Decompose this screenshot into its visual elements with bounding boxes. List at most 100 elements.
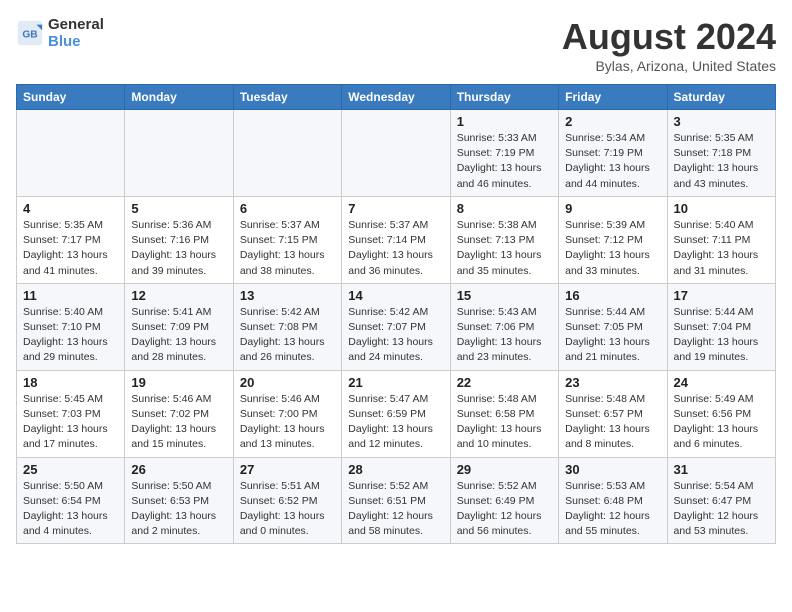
calendar-cell: 5 Sunrise: 5:36 AMSunset: 7:16 PMDaylight… <box>125 196 233 283</box>
day-info: Sunrise: 5:41 AMSunset: 7:09 PMDaylight:… <box>131 305 226 366</box>
calendar-cell: 17 Sunrise: 5:44 AMSunset: 7:04 PMDayligh… <box>667 283 775 370</box>
day-number: 5 <box>131 201 226 216</box>
day-number: 28 <box>348 462 443 477</box>
calendar-cell: 30 Sunrise: 5:53 AMSunset: 6:48 PMDayligh… <box>559 457 667 544</box>
day-info: Sunrise: 5:39 AMSunset: 7:12 PMDaylight:… <box>565 218 660 279</box>
logo-text-line1: General <box>48 16 104 33</box>
day-info: Sunrise: 5:45 AMSunset: 7:03 PMDaylight:… <box>23 392 118 453</box>
day-number: 29 <box>457 462 552 477</box>
day-info: Sunrise: 5:35 AMSunset: 7:17 PMDaylight:… <box>23 218 118 279</box>
day-number: 12 <box>131 288 226 303</box>
calendar-week-row: 18 Sunrise: 5:45 AMSunset: 7:03 PMDayligh… <box>17 370 776 457</box>
calendar-week-row: 1Sunrise: 5:33 AMSunset: 7:19 PMDaylight… <box>17 110 776 197</box>
day-number: 25 <box>23 462 118 477</box>
calendar-cell: 14 Sunrise: 5:42 AMSunset: 7:07 PMDayligh… <box>342 283 450 370</box>
month-title: August 2024 <box>562 16 776 58</box>
day-info: Sunrise: 5:42 AMSunset: 7:07 PMDaylight:… <box>348 305 443 366</box>
day-info: Sunrise: 5:44 AMSunset: 7:04 PMDaylight:… <box>674 305 769 366</box>
day-info: Sunrise: 5:46 AMSunset: 7:02 PMDaylight:… <box>131 392 226 453</box>
day-info: Sunrise: 5:50 AMSunset: 6:54 PMDaylight:… <box>23 479 118 540</box>
calendar-cell: 29 Sunrise: 5:52 AMSunset: 6:49 PMDayligh… <box>450 457 558 544</box>
day-number: 1 <box>457 114 552 129</box>
weekday-header-tuesday: Tuesday <box>233 85 341 110</box>
day-info: Sunrise: 5:52 AMSunset: 6:49 PMDaylight:… <box>457 479 552 540</box>
calendar-table: SundayMondayTuesdayWednesdayThursdayFrid… <box>16 84 776 544</box>
calendar-cell <box>233 110 341 197</box>
weekday-header-thursday: Thursday <box>450 85 558 110</box>
day-number: 14 <box>348 288 443 303</box>
calendar-cell: 4Sunrise: 5:35 AMSunset: 7:17 PMDaylight… <box>17 196 125 283</box>
svg-text:GB: GB <box>22 30 37 41</box>
day-number: 31 <box>674 462 769 477</box>
calendar-cell <box>17 110 125 197</box>
calendar-cell: 10Sunrise: 5:40 AMSunset: 7:11 PMDayligh… <box>667 196 775 283</box>
day-number: 18 <box>23 375 118 390</box>
day-number: 22 <box>457 375 552 390</box>
calendar-cell: 25 Sunrise: 5:50 AMSunset: 6:54 PMDayligh… <box>17 457 125 544</box>
calendar-cell: 13 Sunrise: 5:42 AMSunset: 7:08 PMDayligh… <box>233 283 341 370</box>
weekday-header-wednesday: Wednesday <box>342 85 450 110</box>
calendar-cell: 15 Sunrise: 5:43 AMSunset: 7:06 PMDayligh… <box>450 283 558 370</box>
day-info: Sunrise: 5:47 AMSunset: 6:59 PMDaylight:… <box>348 392 443 453</box>
day-number: 21 <box>348 375 443 390</box>
day-number: 13 <box>240 288 335 303</box>
calendar-cell <box>125 110 233 197</box>
day-number: 8 <box>457 201 552 216</box>
calendar-cell: 12 Sunrise: 5:41 AMSunset: 7:09 PMDayligh… <box>125 283 233 370</box>
calendar-week-row: 4Sunrise: 5:35 AMSunset: 7:17 PMDaylight… <box>17 196 776 283</box>
day-number: 30 <box>565 462 660 477</box>
day-info: Sunrise: 5:49 AMSunset: 6:56 PMDaylight:… <box>674 392 769 453</box>
day-number: 24 <box>674 375 769 390</box>
weekday-header-sunday: Sunday <box>17 85 125 110</box>
day-info: Sunrise: 5:51 AMSunset: 6:52 PMDaylight:… <box>240 479 335 540</box>
calendar-cell: 26 Sunrise: 5:50 AMSunset: 6:53 PMDayligh… <box>125 457 233 544</box>
page-header: GB General Blue August 2024 Bylas, Arizo… <box>16 16 776 74</box>
calendar-cell: 28 Sunrise: 5:52 AMSunset: 6:51 PMDayligh… <box>342 457 450 544</box>
day-info: Sunrise: 5:35 AMSunset: 7:18 PMDaylight:… <box>674 131 769 192</box>
day-number: 26 <box>131 462 226 477</box>
day-info: Sunrise: 5:37 AMSunset: 7:15 PMDaylight:… <box>240 218 335 279</box>
day-info: Sunrise: 5:40 AMSunset: 7:10 PMDaylight:… <box>23 305 118 366</box>
day-number: 23 <box>565 375 660 390</box>
day-number: 3 <box>674 114 769 129</box>
day-number: 20 <box>240 375 335 390</box>
day-info: Sunrise: 5:54 AMSunset: 6:47 PMDaylight:… <box>674 479 769 540</box>
calendar-cell: 23 Sunrise: 5:48 AMSunset: 6:57 PMDayligh… <box>559 370 667 457</box>
day-info: Sunrise: 5:53 AMSunset: 6:48 PMDaylight:… <box>565 479 660 540</box>
day-number: 6 <box>240 201 335 216</box>
day-info: Sunrise: 5:50 AMSunset: 6:53 PMDaylight:… <box>131 479 226 540</box>
day-number: 17 <box>674 288 769 303</box>
day-number: 2 <box>565 114 660 129</box>
calendar-cell: 20 Sunrise: 5:46 AMSunset: 7:00 PMDayligh… <box>233 370 341 457</box>
day-number: 11 <box>23 288 118 303</box>
calendar-cell <box>342 110 450 197</box>
day-info: Sunrise: 5:48 AMSunset: 6:57 PMDaylight:… <box>565 392 660 453</box>
logo-icon: GB <box>16 19 44 47</box>
calendar-cell: 3 Sunrise: 5:35 AMSunset: 7:18 PMDaylight… <box>667 110 775 197</box>
day-number: 7 <box>348 201 443 216</box>
day-number: 15 <box>457 288 552 303</box>
calendar-week-row: 25 Sunrise: 5:50 AMSunset: 6:54 PMDayligh… <box>17 457 776 544</box>
weekday-header-saturday: Saturday <box>667 85 775 110</box>
day-number: 16 <box>565 288 660 303</box>
calendar-cell: 18 Sunrise: 5:45 AMSunset: 7:03 PMDayligh… <box>17 370 125 457</box>
day-info: Sunrise: 5:36 AMSunset: 7:16 PMDaylight:… <box>131 218 226 279</box>
calendar-cell: 16Sunrise: 5:44 AMSunset: 7:05 PMDayligh… <box>559 283 667 370</box>
calendar-cell: 8Sunrise: 5:38 AMSunset: 7:13 PMDaylight… <box>450 196 558 283</box>
day-info: Sunrise: 5:42 AMSunset: 7:08 PMDaylight:… <box>240 305 335 366</box>
weekday-header-row: SundayMondayTuesdayWednesdayThursdayFrid… <box>17 85 776 110</box>
title-block: August 2024 Bylas, Arizona, United State… <box>562 16 776 74</box>
day-info: Sunrise: 5:43 AMSunset: 7:06 PMDaylight:… <box>457 305 552 366</box>
calendar-cell: 9Sunrise: 5:39 AMSunset: 7:12 PMDaylight… <box>559 196 667 283</box>
calendar-cell: 2 Sunrise: 5:34 AMSunset: 7:19 PMDaylight… <box>559 110 667 197</box>
day-info: Sunrise: 5:52 AMSunset: 6:51 PMDaylight:… <box>348 479 443 540</box>
day-number: 27 <box>240 462 335 477</box>
day-info: Sunrise: 5:37 AMSunset: 7:14 PMDaylight:… <box>348 218 443 279</box>
calendar-cell: 6 Sunrise: 5:37 AMSunset: 7:15 PMDaylight… <box>233 196 341 283</box>
day-info: Sunrise: 5:34 AMSunset: 7:19 PMDaylight:… <box>565 131 660 192</box>
location: Bylas, Arizona, United States <box>562 58 776 74</box>
day-info: Sunrise: 5:46 AMSunset: 7:00 PMDaylight:… <box>240 392 335 453</box>
calendar-cell: 27 Sunrise: 5:51 AMSunset: 6:52 PMDayligh… <box>233 457 341 544</box>
day-number: 10 <box>674 201 769 216</box>
day-number: 19 <box>131 375 226 390</box>
